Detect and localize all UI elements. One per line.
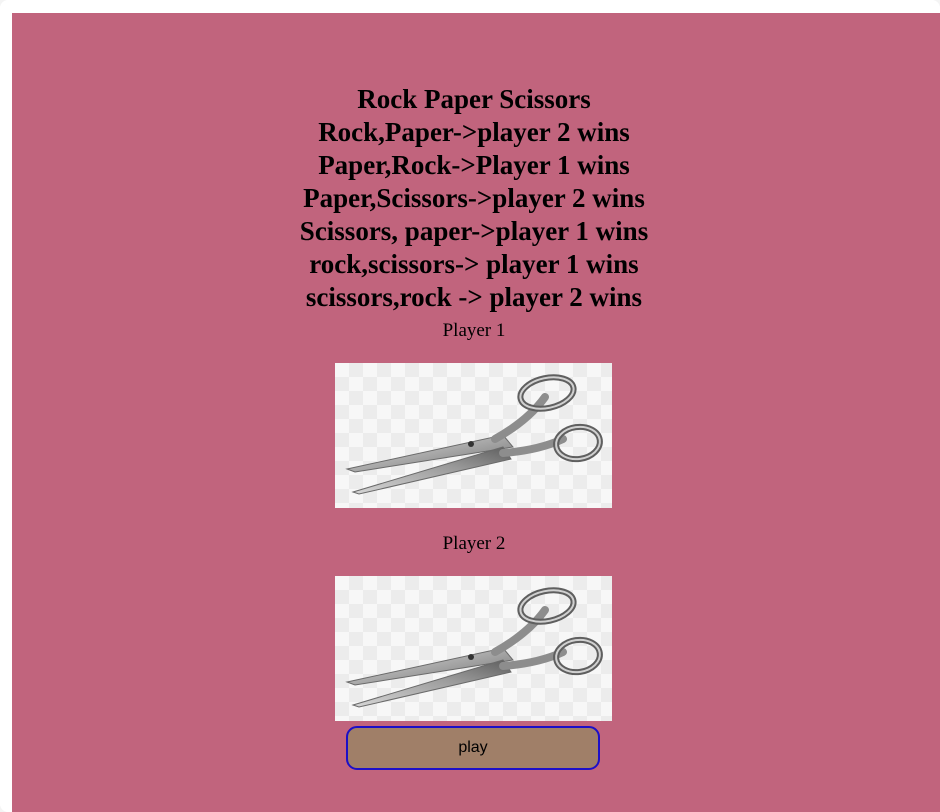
scissors-icon	[345, 374, 603, 495]
game-container: Rock Paper Scissors Rock,Paper->player 2…	[12, 13, 940, 812]
player-1-label: Player 1	[442, 320, 506, 341]
play-button[interactable]: play	[346, 726, 600, 770]
rule-line-5: rock,scissors-> player 1 wins	[309, 249, 639, 279]
rule-line-1: Rock,Paper->player 2 wins	[318, 117, 630, 147]
scissors-icon	[345, 587, 603, 708]
rule-line-3: Paper,Scissors->player 2 wins	[303, 183, 645, 213]
player-2-label: Player 2	[442, 533, 506, 554]
rule-line-4: Scissors, paper->player 1 wins	[299, 216, 649, 246]
rule-line-2: Paper,Rock->Player 1 wins	[318, 150, 630, 180]
player-1-choice-image	[335, 363, 612, 508]
player-2-choice-image	[335, 576, 612, 721]
browser-frame: Rock Paper Scissors Rock,Paper->player 2…	[0, 0, 940, 812]
game-title: Rock Paper Scissors	[357, 84, 591, 114]
game-header: Rock Paper Scissors Rock,Paper->player 2…	[12, 83, 936, 314]
rule-line-6: scissors,rock -> player 2 wins	[305, 282, 643, 312]
